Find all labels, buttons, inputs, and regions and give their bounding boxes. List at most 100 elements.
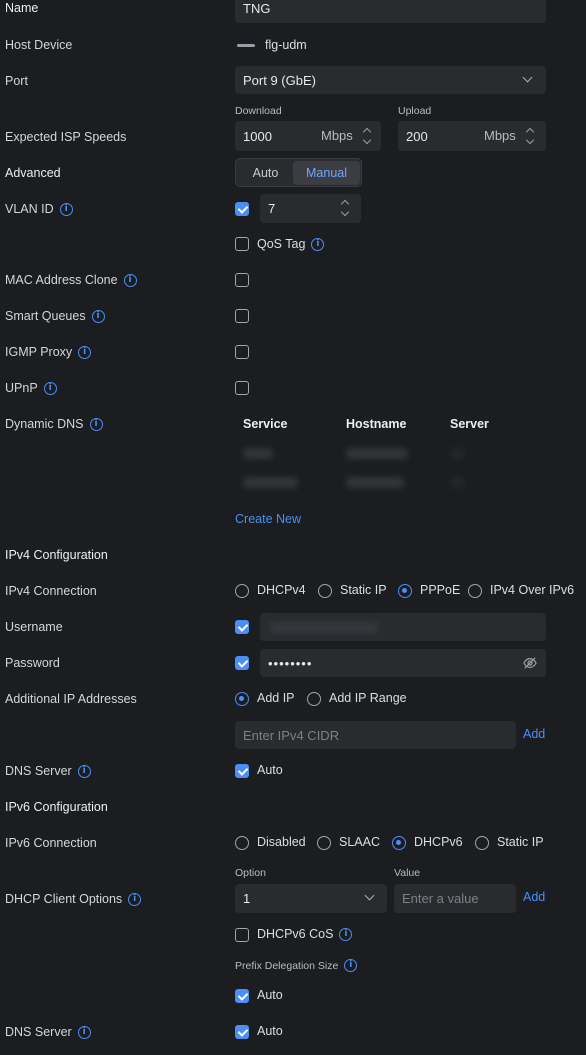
add-ip-radio[interactable]	[235, 692, 249, 706]
smart-queues-checkbox[interactable]	[235, 309, 249, 323]
password-value: ••••••••	[268, 655, 313, 671]
ipv4-dhcpv4-radio[interactable]	[235, 584, 249, 598]
prefix-auto-label: Auto	[257, 988, 283, 1002]
ddns-col-server: Server	[450, 417, 489, 431]
create-new-link[interactable]: Create New	[235, 512, 301, 526]
option-value: 1	[243, 891, 251, 906]
mac-clone-checkbox[interactable]	[235, 273, 249, 287]
ipv4-dns-auto-checkbox[interactable]	[235, 764, 249, 778]
ipv6-dhcpv6-label: DHCPv6	[414, 835, 463, 849]
ipv6-section-title: IPv6 Configuration	[5, 800, 108, 814]
ipv6-disabled-label: Disabled	[257, 835, 306, 849]
ipv4-pppoe-radio[interactable]	[398, 584, 412, 598]
mac-clone-label: MAC Address Clone i	[5, 273, 137, 287]
ipv4-static-radio[interactable]	[318, 584, 332, 598]
ddns-col-service: Service	[243, 417, 288, 431]
isp-speeds-label: Expected ISP Speeds	[5, 130, 127, 144]
advanced-toggle: Auto Manual	[235, 158, 362, 187]
add-ip-range-label: Add IP Range	[329, 691, 407, 705]
ipv6-dhcpv6-radio[interactable]	[392, 836, 406, 850]
chevron-down-icon	[522, 72, 533, 83]
password-input[interactable]: ••••••••	[260, 649, 546, 677]
ipv4-connection-label: IPv4 Connection	[5, 584, 97, 598]
info-icon[interactable]: i	[43, 381, 57, 395]
advanced-label: Advanced	[5, 166, 61, 180]
add-ip-range-radio[interactable]	[307, 692, 321, 706]
eye-off-icon[interactable]	[523, 656, 537, 670]
ipv4-over-ipv6-radio[interactable]	[468, 584, 482, 598]
add-cidr-button[interactable]: Add	[523, 727, 545, 741]
ipv6-static-label: Static IP	[497, 835, 544, 849]
ipv6-dns-label: DNS Server i	[5, 1025, 91, 1039]
info-icon[interactable]: i	[311, 237, 325, 251]
upload-unit: Mbps	[484, 128, 516, 143]
vlan-value: 7	[268, 201, 276, 216]
password-label: Password	[5, 656, 60, 670]
vlan-label: VLAN ID i	[5, 202, 73, 216]
ipv6-dns-auto-label: Auto	[257, 1024, 283, 1038]
username-input[interactable]	[260, 613, 546, 641]
info-icon[interactable]: i	[77, 764, 91, 778]
name-value: TNG	[243, 1, 271, 16]
ipv4-dhcpv4-label: DHCPv4	[257, 583, 306, 597]
ipv4-dns-label: DNS Server i	[5, 764, 91, 778]
spinner-down-icon[interactable]	[525, 135, 535, 145]
info-icon[interactable]: i	[91, 309, 105, 323]
ipv6-slaac-label: SLAAC	[339, 835, 380, 849]
vlan-input[interactable]: 7	[260, 194, 361, 223]
download-input[interactable]: 1000 Mbps	[235, 121, 381, 151]
advanced-manual-button[interactable]: Manual	[293, 161, 360, 185]
qos-tag-label: QoS Tag i	[257, 237, 325, 251]
dhcpv6-cos-checkbox[interactable]	[235, 928, 249, 942]
prefix-auto-checkbox[interactable]	[235, 989, 249, 1003]
name-input[interactable]: TNG	[235, 0, 546, 23]
name-label: Name	[5, 1, 39, 15]
ipv6-static-radio[interactable]	[475, 836, 489, 850]
upnp-label: UPnP i	[5, 381, 57, 395]
username-checkbox[interactable]	[235, 620, 249, 634]
ipv6-slaac-radio[interactable]	[317, 836, 331, 850]
info-icon[interactable]: i	[128, 892, 142, 906]
info-icon[interactable]: i	[77, 1025, 91, 1039]
info-icon[interactable]: i	[78, 345, 92, 359]
info-icon[interactable]: i	[339, 927, 353, 941]
info-icon[interactable]: i	[123, 273, 137, 287]
dhcp-option-select[interactable]: 1	[235, 884, 387, 913]
ipv4-cidr-input[interactable]: Enter IPv4 CIDR	[235, 721, 516, 749]
ipv4-static-label: Static IP	[340, 583, 387, 597]
ipv4-over-ipv6-label: IPv4 Over IPv6	[490, 583, 575, 597]
password-checkbox[interactable]	[235, 656, 249, 670]
option-label: Option	[235, 867, 266, 879]
spinner-down-icon[interactable]	[340, 207, 350, 217]
additional-ip-label: Additional IP Addresses	[5, 692, 137, 706]
port-select[interactable]: Port 9 (GbE)	[235, 66, 546, 94]
ipv6-connection-label: IPv6 Connection	[5, 836, 97, 850]
value-placeholder: Enter a value	[402, 891, 479, 906]
value-label: Value	[394, 867, 421, 879]
ddns-label: Dynamic DNS i	[5, 417, 103, 431]
advanced-auto-button[interactable]: Auto	[238, 161, 293, 185]
igmp-proxy-checkbox[interactable]	[235, 345, 249, 359]
host-device-value: flg-udm	[265, 38, 307, 52]
info-icon[interactable]: i	[344, 959, 358, 972]
info-icon[interactable]: i	[89, 417, 103, 431]
dhcp-value-input[interactable]: Enter a value	[394, 884, 516, 913]
smart-queues-label: Smart Queues i	[5, 309, 105, 323]
vlan-checkbox[interactable]	[235, 202, 249, 216]
ipv4-pppoe-label: PPPoE	[420, 583, 461, 597]
ddns-col-hostname: Hostname	[346, 417, 407, 431]
dhcpv6-cos-label: DHCPv6 CoS i	[257, 927, 353, 941]
ipv6-dns-auto-checkbox[interactable]	[235, 1025, 249, 1039]
dhcp-client-options-label: DHCP Client Options i	[5, 892, 142, 906]
port-label: Port	[5, 74, 28, 88]
prefix-delegation-label: Prefix Delegation Size i	[235, 959, 358, 972]
info-icon[interactable]: i	[59, 202, 73, 216]
cidr-placeholder: Enter IPv4 CIDR	[243, 727, 340, 743]
upnp-checkbox[interactable]	[235, 381, 249, 395]
add-option-button[interactable]: Add	[523, 890, 545, 904]
qos-tag-checkbox[interactable]	[235, 237, 249, 251]
ipv6-disabled-radio[interactable]	[235, 836, 249, 850]
download-unit: Mbps	[321, 128, 353, 143]
spinner-down-icon[interactable]	[362, 135, 372, 145]
upload-input[interactable]: 200 Mbps	[398, 121, 546, 151]
